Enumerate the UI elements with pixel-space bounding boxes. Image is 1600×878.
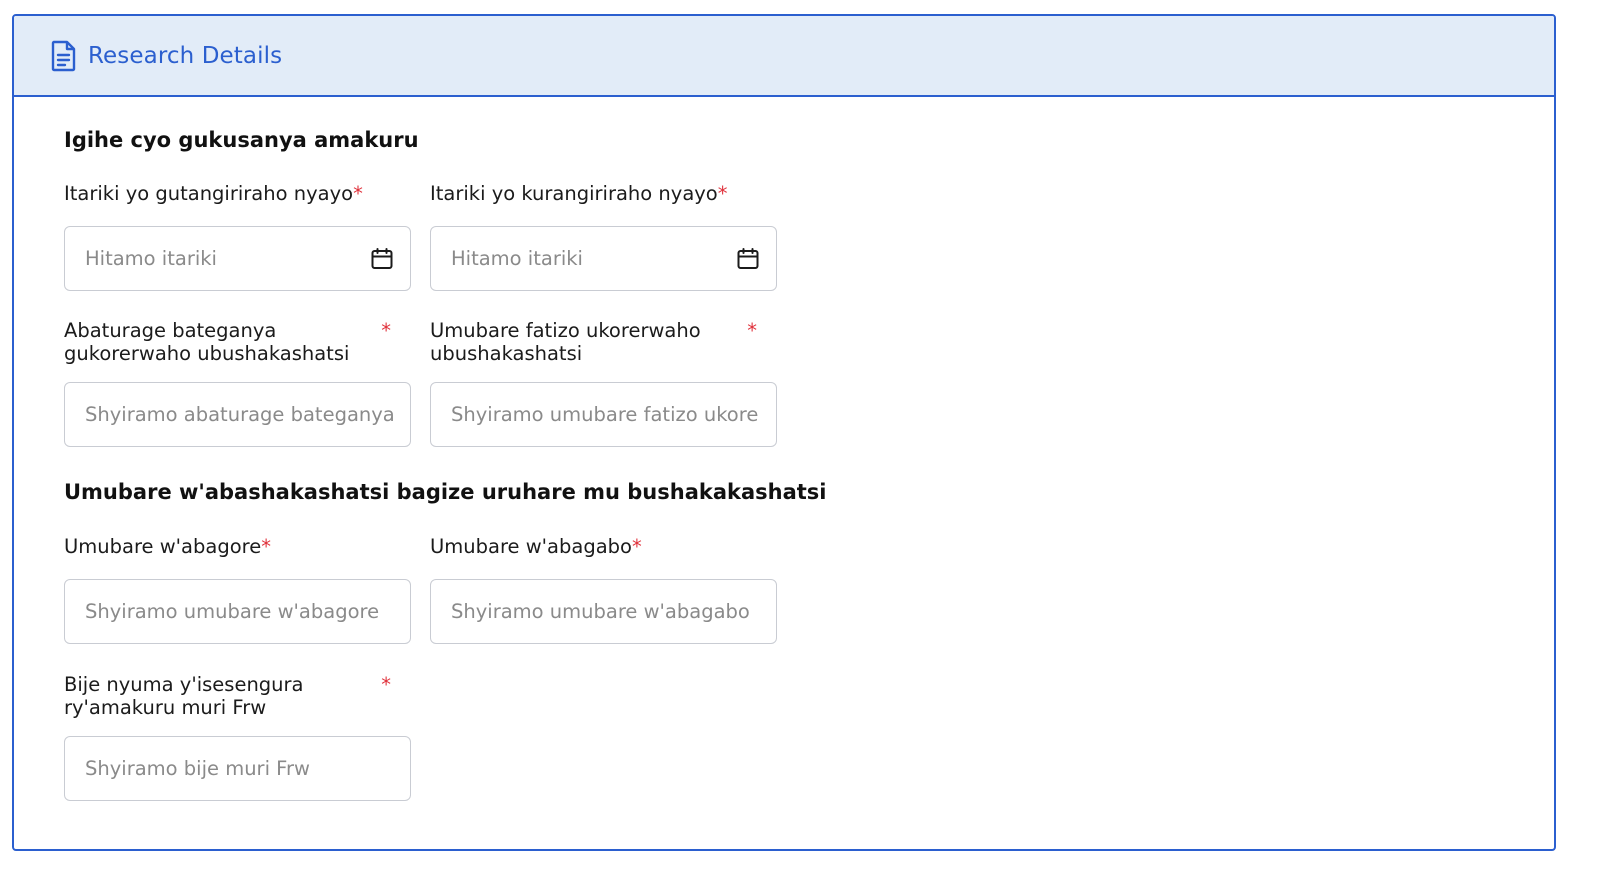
sample-size-label: Umubare fatizo ukorerwaho ubushakashatsi…	[430, 319, 777, 365]
required-marker: *	[381, 319, 391, 342]
male-count-input[interactable]: Shyiramo umubare w'abagabo	[430, 579, 777, 644]
budget-label: Bije nyuma y'isesengura ry'amakuru muri …	[64, 673, 411, 719]
sample-size-field: Umubare fatizo ukorerwaho ubushakashatsi…	[430, 319, 777, 447]
required-marker: *	[747, 319, 757, 342]
budget-placeholder: Shyiramo bije muri Frw	[85, 757, 310, 780]
end-date-placeholder: Hitamo itariki	[451, 247, 583, 270]
target-population-input[interactable]: Shyiramo abaturage bateganya	[64, 382, 411, 447]
end-date-input[interactable]: Hitamo itariki	[430, 226, 777, 291]
start-date-placeholder: Hitamo itariki	[85, 247, 217, 270]
section-title-collection-period: Igihe cyo gukusanya amakuru	[64, 128, 419, 152]
budget-input[interactable]: Shyiramo bije muri Frw	[64, 736, 411, 801]
required-marker: *	[381, 673, 391, 696]
target-population-label: Abaturage bateganya gukorerwaho ubushaka…	[64, 319, 411, 365]
start-date-label: Itariki yo gutangiriraho nyayo*	[64, 182, 411, 205]
section-title-researchers: Umubare w'abashakashatsi bagize uruhare …	[64, 480, 827, 504]
start-date-input[interactable]: Hitamo itariki	[64, 226, 411, 291]
sample-size-input[interactable]: Shyiramo umubare fatizo ukorerwaho	[430, 382, 777, 447]
calendar-icon[interactable]	[370, 247, 394, 271]
female-count-label-text: Umubare w'abagore	[64, 535, 262, 558]
required-marker: *	[631, 535, 642, 558]
female-count-field: Umubare w'abagore* Shyiramo umubare w'ab…	[64, 535, 411, 644]
required-marker: *	[353, 182, 363, 205]
card-title: Research Details	[88, 42, 283, 69]
sample-size-label-text: Umubare fatizo ukorerwaho ubushakashatsi	[430, 319, 701, 365]
male-count-label-text: Umubare w'abagabo	[430, 535, 632, 558]
required-marker: *	[717, 182, 728, 205]
target-population-placeholder: Shyiramo abaturage bateganya	[85, 403, 394, 426]
card-header: Research Details	[14, 16, 1554, 97]
start-date-label-text: Itariki yo gutangiriraho nyayo	[64, 182, 354, 205]
end-date-label: Itariki yo kurangiriraho nyayo*	[430, 182, 777, 205]
male-count-label: Umubare w'abagabo*	[430, 535, 777, 558]
target-population-field: Abaturage bateganya gukorerwaho ubushaka…	[64, 319, 411, 447]
sample-size-placeholder: Shyiramo umubare fatizo ukorerwaho	[451, 403, 760, 426]
target-population-label-text: Abaturage bateganya gukorerwaho ubushaka…	[64, 319, 350, 365]
document-icon	[50, 40, 78, 72]
budget-field: Bije nyuma y'isesengura ry'amakuru muri …	[64, 673, 411, 801]
male-count-field: Umubare w'abagabo* Shyiramo umubare w'ab…	[430, 535, 777, 644]
end-date-label-text: Itariki yo kurangiriraho nyayo	[430, 182, 718, 205]
start-date-field: Itariki yo gutangiriraho nyayo* Hitamo i…	[64, 182, 411, 291]
female-count-placeholder: Shyiramo umubare w'abagore	[85, 600, 380, 623]
female-count-label: Umubare w'abagore*	[64, 535, 411, 558]
required-marker: *	[261, 535, 271, 558]
calendar-icon[interactable]	[736, 247, 760, 271]
male-count-placeholder: Shyiramo umubare w'abagabo	[451, 600, 750, 623]
female-count-input[interactable]: Shyiramo umubare w'abagore	[64, 579, 411, 644]
budget-label-text: Bije nyuma y'isesengura ry'amakuru muri …	[64, 673, 304, 719]
research-details-card: Research Details Igihe cyo gukusanya ama…	[12, 14, 1556, 851]
end-date-field: Itariki yo kurangiriraho nyayo* Hitamo i…	[430, 182, 777, 291]
